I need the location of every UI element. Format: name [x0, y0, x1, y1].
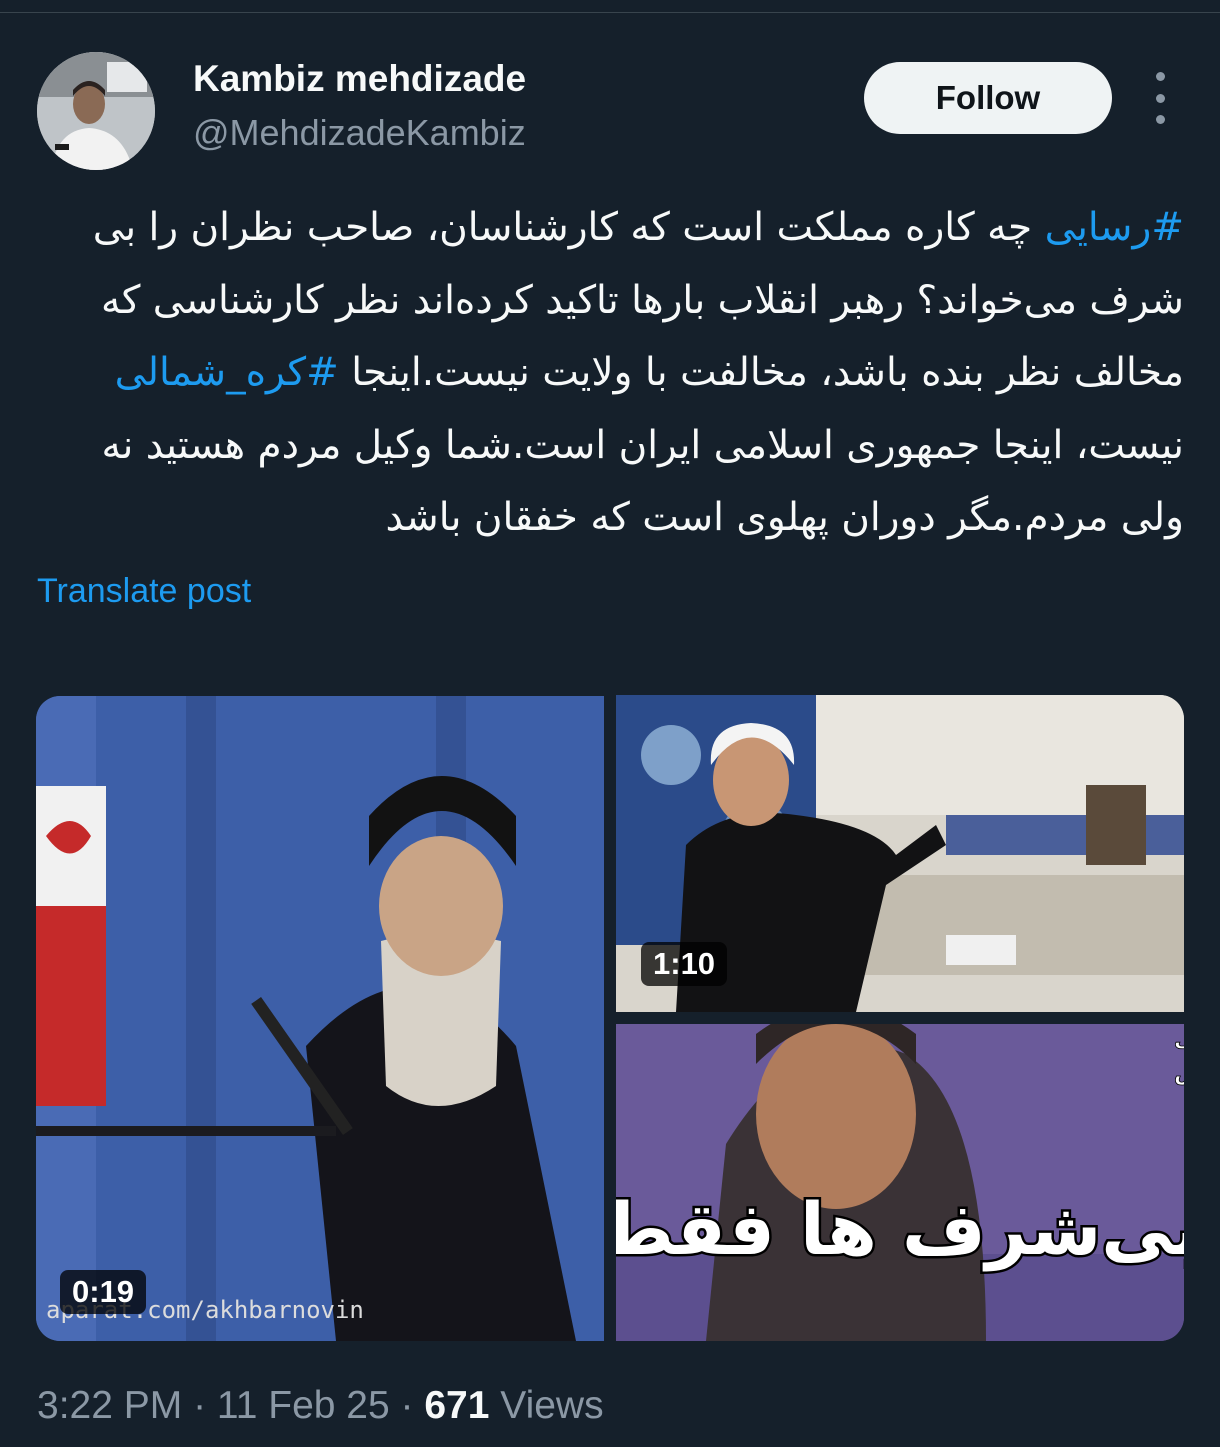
follow-button[interactable]: Follow: [864, 62, 1112, 134]
top-divider: [0, 12, 1220, 13]
more-options-icon[interactable]: [1140, 72, 1180, 124]
hashtag-link[interactable]: #کره_شمالی: [115, 350, 339, 395]
author-name[interactable]: Kambiz mehdizade: [193, 58, 526, 100]
image-caption-name: حمید رسایی: [1174, 1027, 1184, 1052]
meta-separator: ·: [182, 1384, 217, 1427]
post-date[interactable]: 11 Feb 25: [217, 1384, 390, 1427]
hashtag-link[interactable]: #رسایی: [1045, 205, 1184, 250]
post-metadata: 3:22 PM · 11 Feb 25 · 671 Views: [37, 1384, 604, 1428]
avatar[interactable]: [37, 52, 155, 170]
image-caption-role: نماینده مجلس: [1174, 1061, 1184, 1086]
video-duration-badge: 1:10: [641, 942, 728, 986]
views-count: 671: [424, 1384, 490, 1427]
avatar-image: [37, 52, 155, 170]
author-handle[interactable]: @MehdizadeKambiz: [193, 112, 526, 154]
video-thumbnail-1[interactable]: aparat.com/akhbarnovin: [36, 696, 604, 1341]
translate-post-link[interactable]: Translate post: [37, 572, 251, 611]
post-time[interactable]: 3:22 PM: [37, 1384, 182, 1427]
post-text-part: نیست، اینجا جمهوری اسلامی ایران است.شما …: [101, 422, 1184, 541]
post-text: #رسایی چه کاره مملکت است که کارشناسان، ص…: [36, 192, 1184, 555]
views-label: Views: [489, 1384, 604, 1427]
image-headline: بی‌شرف ها فقط: [616, 1187, 1184, 1272]
meta-separator: ·: [389, 1384, 425, 1427]
image-thumbnail-3[interactable]: حمید رسایی نماینده مجلس بی‌شرف ها فقط: [616, 1024, 1184, 1341]
video-duration-badge: 0:19: [60, 1270, 147, 1314]
